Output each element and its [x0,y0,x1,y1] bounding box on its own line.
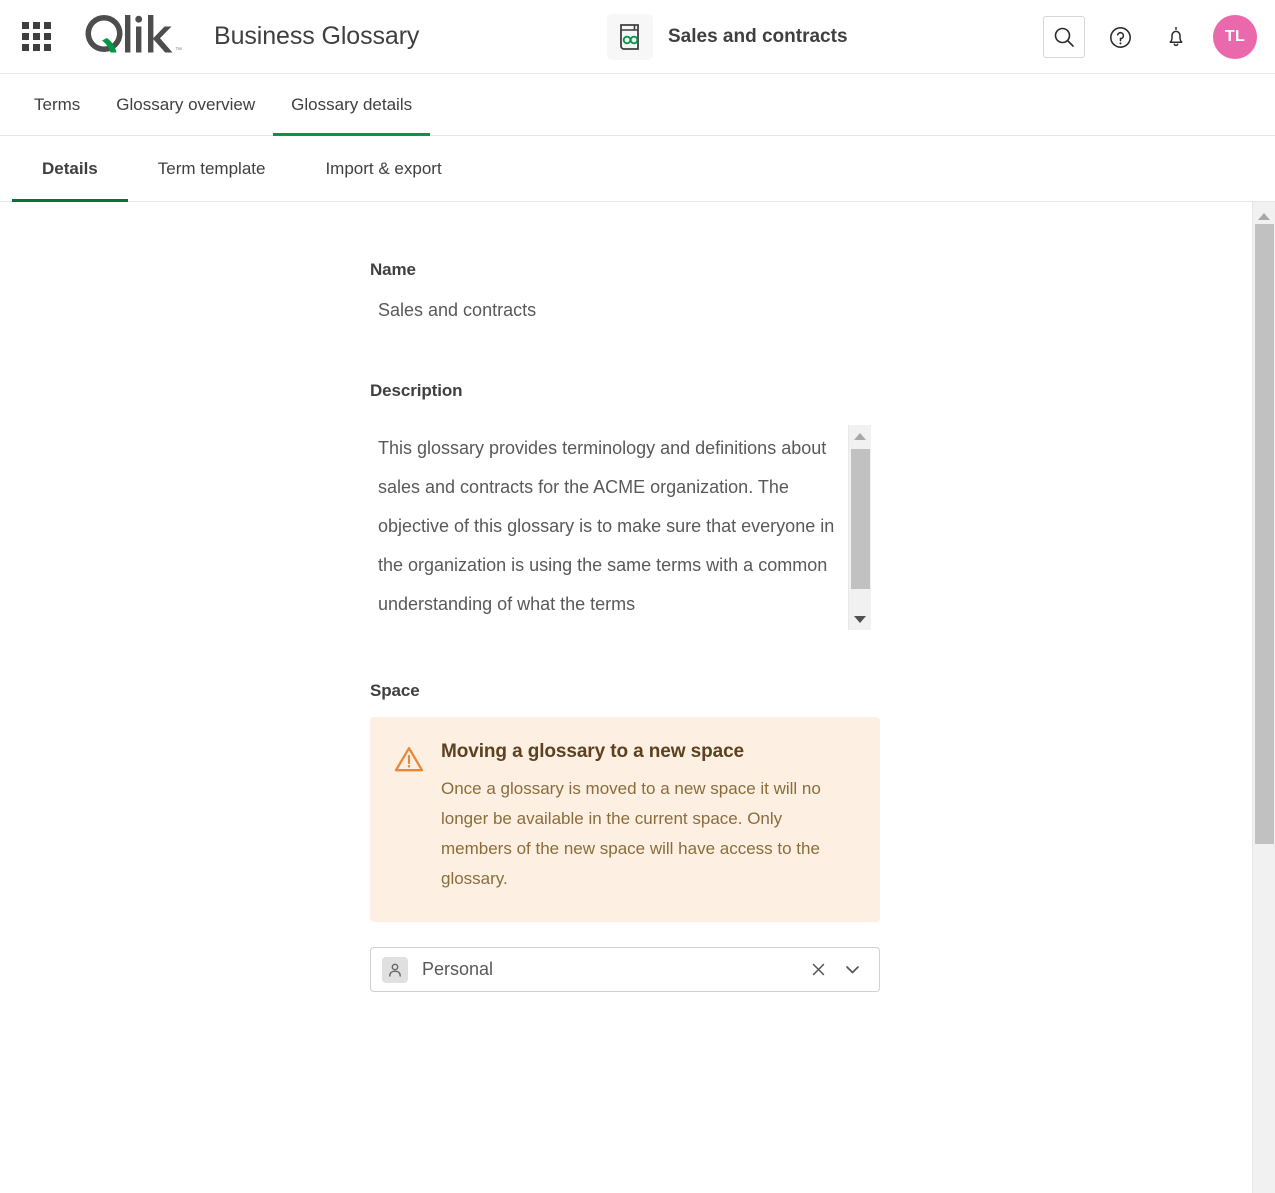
description-value: This glossary provides terminology and d… [370,423,850,624]
tab-terms-label: Terms [34,95,80,115]
tab-glossary-overview-label: Glossary overview [116,95,255,115]
triangle-down-icon[interactable] [849,610,871,628]
name-value[interactable]: Sales and contracts [378,300,890,321]
app-grid-glyph [22,22,51,51]
triangle-up-icon[interactable] [1253,206,1275,226]
page-scrollbar-thumb[interactable] [1255,224,1274,844]
close-icon[interactable] [805,957,831,983]
space-label: Space [370,681,890,701]
page-scrollbar[interactable] [1252,202,1275,1193]
search-icon[interactable] [1043,16,1085,58]
tab-details[interactable]: Details [12,136,128,201]
tab-import-export[interactable]: Import & export [295,136,471,201]
glossary-details-content: Name Sales and contracts Description Thi… [0,202,1275,1193]
business-glossary-app: ™ Business Glossary Sales and contracts [0,0,1275,1193]
tab-term-template[interactable]: Term template [128,136,296,201]
warning-body: Moving a glossary to a new space Once a … [441,741,852,894]
primary-tab-bar: Terms Glossary overview Glossary details [0,74,1275,136]
person-icon [382,957,408,983]
secondary-tab-bar: Details Term template Import & export [0,136,1275,202]
help-circle-icon[interactable] [1099,16,1141,58]
description-textarea[interactable]: This glossary provides terminology and d… [370,423,880,631]
warning-triangle-icon [394,745,424,778]
tab-glossary-details[interactable]: Glossary details [273,74,430,135]
tab-glossary-details-label: Glossary details [291,95,412,115]
triangle-up-icon[interactable] [849,427,871,445]
tab-details-label: Details [42,159,98,179]
app-grid-icon[interactable] [16,17,56,57]
app-header: ™ Business Glossary Sales and contracts [0,0,1275,74]
tab-terms[interactable]: Terms [34,74,98,135]
description-label: Description [370,381,890,401]
description-scrollbar[interactable] [848,425,871,630]
space-move-warning: Moving a glossary to a new space Once a … [370,717,880,922]
glossary-details-form: Name Sales and contracts Description Thi… [370,202,890,992]
bell-icon[interactable] [1155,16,1197,58]
header-actions: TL [1043,0,1257,74]
svg-text:™: ™ [175,47,182,54]
avatar[interactable]: TL [1213,15,1257,59]
page-title: Business Glossary [214,22,419,51]
space-select[interactable]: Personal [370,947,880,992]
glossary-context-chip[interactable]: Sales and contracts [607,13,848,61]
name-label: Name [370,260,890,280]
tab-term-template-label: Term template [158,159,266,179]
tab-glossary-overview[interactable]: Glossary overview [98,74,273,135]
glossary-context-label: Sales and contracts [668,26,848,48]
qlik-logo[interactable]: ™ [82,15,186,59]
warning-text: Once a glossary is moved to a new space … [441,774,852,894]
space-select-value: Personal [422,959,805,980]
avatar-initials: TL [1225,28,1245,46]
warning-title: Moving a glossary to a new space [441,741,852,763]
description-scrollbar-thumb[interactable] [851,449,870,589]
tab-import-export-label: Import & export [325,159,441,179]
chevron-down-icon[interactable] [839,957,865,983]
glossary-book-glasses-icon [607,14,653,60]
